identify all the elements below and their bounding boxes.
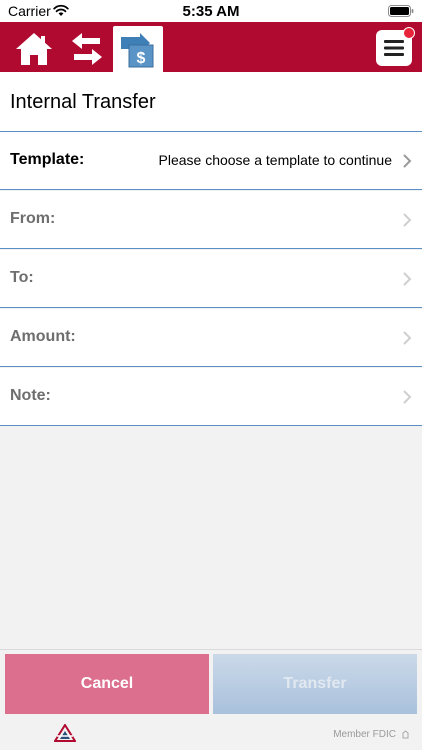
fdic-icon: [402, 730, 409, 739]
note-label: Note:: [10, 387, 51, 404]
menu-icon: [384, 40, 404, 56]
to-row[interactable]: To:: [0, 250, 422, 308]
home-icon[interactable]: [14, 31, 54, 67]
notification-badge: [403, 27, 415, 39]
amount-label: Amount:: [10, 328, 76, 345]
svg-text:$: $: [137, 50, 146, 67]
from-label: From:: [10, 210, 56, 227]
cancel-button[interactable]: Cancel: [5, 654, 209, 714]
battery-icon: [388, 5, 414, 17]
divider: [0, 366, 422, 367]
status-bar: Carrier 5:35 AM: [0, 0, 422, 22]
transfer-arrows-icon[interactable]: [68, 31, 106, 67]
amount-row[interactable]: Amount:: [0, 309, 422, 367]
bank-logo-icon: [54, 724, 76, 742]
chevron-right-icon: [403, 331, 412, 345]
divider: [0, 248, 422, 249]
transfer-button[interactable]: Transfer: [213, 654, 417, 714]
template-label: Template:: [10, 151, 85, 168]
chevron-right-icon: [403, 213, 412, 227]
status-time: 5:35 AM: [182, 3, 240, 20]
from-row[interactable]: From:: [0, 191, 422, 249]
divider: [0, 189, 422, 190]
menu-button[interactable]: [376, 27, 415, 66]
tab-transfer-money[interactable]: $: [113, 26, 163, 72]
to-label: To:: [10, 269, 34, 286]
template-row[interactable]: Template: Please choose a template to co…: [0, 132, 422, 190]
page-title: Internal Transfer: [10, 91, 156, 113]
template-value: Please choose a template to continue: [158, 152, 393, 168]
action-bar: Cancel Transfer: [0, 649, 422, 718]
fdic-text: Member FDIC: [333, 729, 396, 740]
divider: [0, 425, 422, 426]
note-row[interactable]: Note:: [0, 368, 422, 426]
divider: [0, 307, 422, 308]
chevron-right-icon: [403, 390, 412, 404]
chevron-right-icon: [403, 154, 412, 168]
top-nav-bar: $: [0, 22, 422, 72]
transfer-money-icon: $: [121, 33, 154, 68]
footer: Member FDIC: [0, 718, 422, 750]
main-content: Internal Transfer Template: Please choos…: [0, 72, 422, 649]
page-header: Internal Transfer: [0, 72, 422, 131]
chevron-right-icon: [403, 272, 412, 286]
